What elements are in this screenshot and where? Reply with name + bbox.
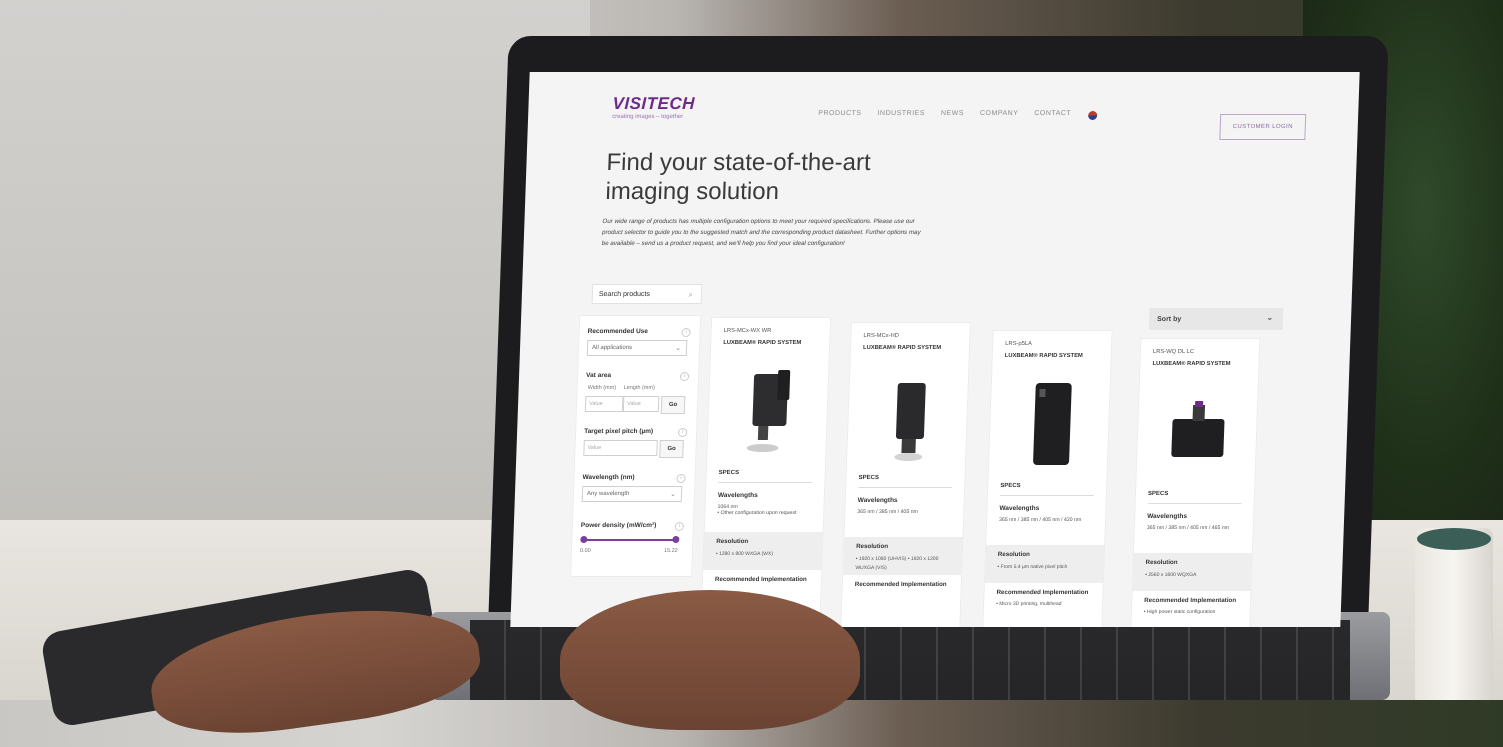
resolution-value: • 2560 x 1600 WQXGA [1145,572,1197,578]
power-density-max-handle[interactable] [672,536,680,543]
brand-tagline: creating images – together [612,114,684,120]
divider [858,487,953,488]
power-density-max-value: 15.22 [663,548,678,554]
product-code: LRS-MCx-WX WR [723,328,772,334]
filter-recommended-use-label: Recommended Use [587,328,649,335]
product-card[interactable]: LRS-MCx-WX WR LUXBEAM® RAPID SYSTEM SPEC… [700,317,832,627]
divider [718,482,813,483]
implementation-heading: Recommended Implementation [854,581,947,588]
divider [1147,503,1242,504]
product-code: LRS-WQ DL LC [1152,349,1195,355]
filter-panel: Recommended Use i All applications ⌄ Vat… [570,315,702,577]
recommended-use-value: All applications [591,345,633,351]
power-density-min-handle[interactable] [580,536,588,543]
nav-item-industries[interactable]: INDUSTRIES [877,110,925,117]
product-name: LUXBEAM® RAPID SYSTEM [723,340,802,346]
wavelength-value: Any wavelength [586,491,630,497]
coffee-cup-rim [1417,528,1491,550]
nav-item-products[interactable]: PRODUCTS [818,110,862,117]
resolution-heading: Resolution [716,538,749,545]
product-card[interactable]: LRS-WQ DL LC LUXBEAM® RAPID SYSTEM SPECS… [1130,338,1261,627]
vat-go-button[interactable]: Go [660,396,686,414]
specs-heading: SPECS [1147,491,1169,497]
specs-heading: SPECS [1000,483,1021,489]
implementation-heading: Recommended Implementation [996,589,1089,596]
resolution-heading: Resolution [1145,559,1178,566]
vat-width-input[interactable]: Value [584,396,624,412]
top-nav: VISITECH creating images – together PROD… [528,72,1360,140]
divider [999,495,1094,496]
wavelengths-heading: Wavelengths [1147,513,1188,520]
chevron-down-icon: ⌄ [675,345,682,352]
product-name: LUXBEAM® RAPID SYSTEM [1152,361,1231,367]
filter-vat-area-label: Vat area [585,372,612,379]
search-icon[interactable]: ⌕ [688,290,693,300]
resolution-value: • 1920 x 1080 (UHVIS) • 1920 x 1200 WUXG… [855,556,939,571]
specs-heading: SPECS [858,475,879,481]
wavelengths-heading: Wavelengths [999,505,1040,512]
nav-item-contact[interactable]: CONTACT [1034,110,1071,117]
wavelength-select[interactable]: Any wavelength ⌄ [581,486,683,502]
wavelengths-heading: Wavelengths [857,497,898,504]
power-density-slider-track[interactable] [584,539,677,541]
brand-logo[interactable]: VISITECH [612,94,695,114]
info-icon[interactable]: i [681,328,691,337]
implementation-heading: Recommended Implementation [1144,597,1237,604]
resolution-value: • From 5.4 µm native pixel pitch [997,564,1068,570]
product-card[interactable]: LRS-MCx-HD LUXBEAM® RAPID SYSTEM SPECS W… [840,322,971,627]
implementation-value: • High power static configuration [1143,609,1216,615]
vat-length-input[interactable]: Value [622,396,660,412]
vat-width-label: Width (mm) [587,385,617,391]
sort-label: Sort by [1156,315,1182,323]
resolution-heading: Resolution [855,543,889,550]
pixel-pitch-go-button[interactable]: Go [659,440,684,458]
implementation-heading: Recommended Implementation [714,576,807,583]
pixel-pitch-input[interactable]: Value [583,440,658,456]
power-density-min-value: 0.00 [579,548,591,554]
customer-login-button[interactable]: CUSTOMER LOGIN [1219,114,1307,140]
product-card[interactable]: LRS-p5LA LUXBEAM® RAPID SYSTEM SPECS Wav… [982,330,1113,627]
info-icon[interactable]: i [676,474,686,483]
product-image [1171,401,1225,457]
product-image [1033,383,1072,465]
filter-pixel-pitch-label: Target pixel pitch (µm) [584,428,654,435]
sort-dropdown[interactable]: Sort by ⌄ [1148,308,1284,330]
vat-length-label: Length (mm) [623,385,655,391]
product-name: LUXBEAM® RAPID SYSTEM [1004,353,1083,359]
product-name: LUXBEAM® RAPID SYSTEM [862,345,942,351]
right-hand [560,590,860,730]
recommended-use-select[interactable]: All applications ⌄ [586,340,688,356]
resolution-heading: Resolution [997,551,1030,558]
wavelengths-heading: Wavelengths [717,492,758,499]
wavelengths-value: 365 nm / 385 nm / 405 nm / 465 nm [1146,525,1230,531]
filter-power-density-label: Power density (mW/cm²) [580,522,657,529]
language-flag-icon[interactable] [1088,111,1098,120]
resolution-value: • 1280 x 800 WXGA (WX) [715,551,774,557]
wavelengths-value: 1064 nm • Other configuration upon reques… [717,504,817,516]
product-code: LRS-p5LA [1005,341,1033,347]
chevron-down-icon: ⌄ [669,491,677,498]
website-screen: VISITECH creating images – together PROD… [510,72,1360,627]
filter-wavelength-label: Wavelength (nm) [582,474,635,481]
chevron-down-icon: ⌄ [1266,313,1274,322]
intro-text: Our wide range of products has multiple … [601,218,921,247]
search-input[interactable]: Search products ⌕ [591,284,703,304]
implementation-value: • Micro 3D printing, multihead [996,601,1062,607]
nav-item-news[interactable]: NEWS [941,110,964,117]
product-code: LRS-MCx-HD [863,333,900,339]
wavelengths-extra: • Other configuration upon request [717,510,797,516]
wavelengths-value: 365 nm / 385 nm / 405 nm [857,509,918,515]
product-image [746,370,791,452]
main-menu: PRODUCTS INDUSTRIES NEWS COMPANY CONTACT [818,110,1071,117]
coffee-cup [1415,528,1493,700]
info-icon[interactable]: i [677,428,688,437]
info-icon[interactable]: i [674,522,684,531]
search-placeholder: Search products [598,290,651,298]
info-icon[interactable]: i [679,372,690,381]
wavelengths-value: 365 nm / 385 nm / 405 nm / 420 nm [998,517,1082,523]
nav-item-company[interactable]: COMPANY [980,110,1019,117]
page-title: Find your state-of-the-art imaging solut… [605,149,872,205]
specs-heading: SPECS [718,470,740,476]
product-image [894,383,926,461]
